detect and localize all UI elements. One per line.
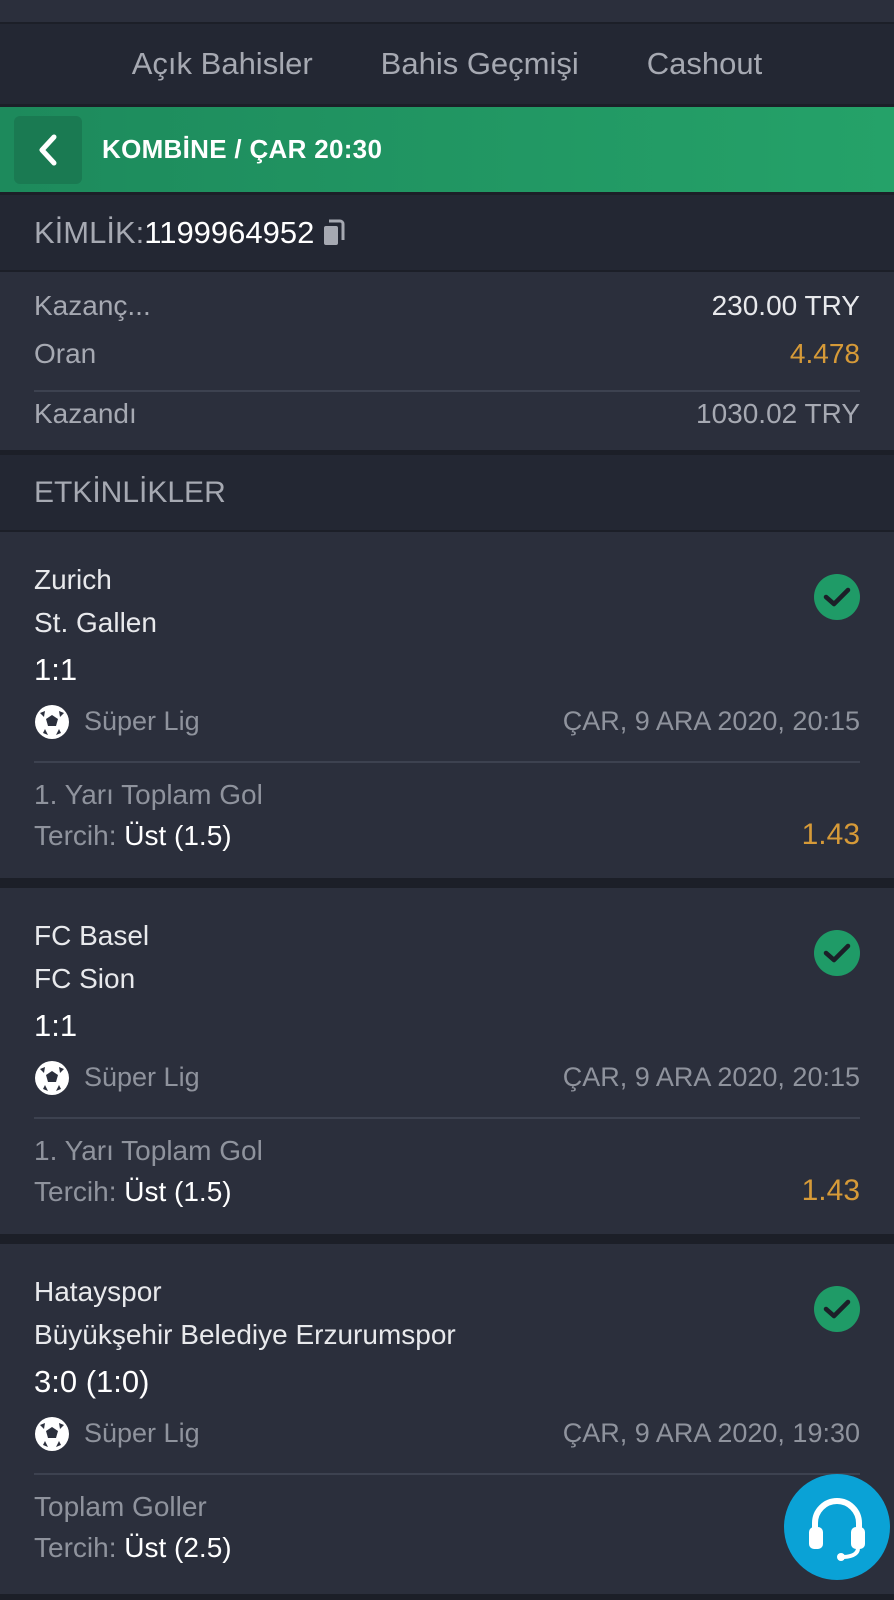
tab-bar: Açık Bahisler Bahis Geçmişi Cashout <box>0 24 894 104</box>
league-name: Süper Lig <box>84 1418 200 1448</box>
selection-odds: 1.43 <box>801 818 860 851</box>
events-section-title: ETKİNLİKLER <box>0 455 894 530</box>
event-divider <box>34 1117 860 1119</box>
league-name: Süper Lig <box>84 706 200 736</box>
won-check-icon <box>814 1286 860 1332</box>
market-name: 1. Yarı Toplam Gol <box>34 1135 263 1166</box>
away-team: St. Gallen <box>34 607 157 638</box>
headset-icon <box>809 1498 865 1561</box>
selection-label: Tercih: <box>34 1176 117 1207</box>
won-check-icon <box>814 930 860 976</box>
football-icon <box>35 705 69 739</box>
odds-row: Oran 4.478 <box>34 338 860 370</box>
event-divider <box>34 761 860 763</box>
football-icon <box>35 1061 69 1095</box>
tab-open-bets[interactable]: Açık Bahisler <box>98 46 347 82</box>
selection-value: Üst (1.5) <box>124 820 232 851</box>
event-divider <box>34 1473 860 1475</box>
won-value: 1030.02 TRY <box>696 398 860 429</box>
summary-divider <box>34 390 860 392</box>
selection-label: Tercih: <box>34 1532 117 1563</box>
match-score: 3:0 (1:0) <box>34 1364 150 1399</box>
selection: Tercih: Üst (2.5) <box>34 1532 232 1564</box>
selection-label: Tercih: <box>34 820 117 851</box>
chevron-left-icon <box>39 134 57 165</box>
selection-odds: 1.43 <box>801 1174 860 1207</box>
event-card: Hatayspor Büyükşehir Belediye Erzurumspo… <box>0 1244 894 1594</box>
event-date: ÇAR, 9 ARA 2020, 20:15 <box>562 706 860 736</box>
stake-value: 230.00 TRY <box>711 290 860 321</box>
event-card: Zurich St. Gallen 1:1 Süper Lig ÇAR, 9 A… <box>0 532 894 878</box>
live-support-button[interactable] <box>784 1474 890 1580</box>
back-button[interactable] <box>14 115 82 184</box>
away-team: Büyükşehir Belediye Erzurumspor <box>34 1319 456 1350</box>
match-score: 1:1 <box>34 652 78 687</box>
top-strip <box>0 0 894 22</box>
ticket-id-label: KİMLİK: <box>34 214 145 250</box>
ticket-id-bar: KİMLİK: 1199964952 <box>0 195 894 270</box>
odds-label: Oran <box>34 338 97 369</box>
tab-bet-history[interactable]: Bahis Geçmişi <box>347 46 613 82</box>
bet-title: KOMBİNE / ÇAR 20:30 <box>102 134 383 164</box>
total-odds-value: 4.478 <box>789 338 860 369</box>
event-date: ÇAR, 9 ARA 2020, 19:30 <box>562 1418 860 1448</box>
home-team: Hatayspor <box>34 1276 162 1307</box>
won-label: Kazandı <box>34 398 137 429</box>
selection-value: Üst (1.5) <box>124 1176 232 1207</box>
away-team: FC Sion <box>34 963 136 994</box>
event-card: FC Basel FC Sion 1:1 Süper Lig ÇAR, 9 AR… <box>0 888 894 1234</box>
copy-icon[interactable] <box>322 219 346 247</box>
match-score: 1:1 <box>34 1008 78 1043</box>
won-row: Kazandı 1030.02 TRY <box>34 398 860 430</box>
football-icon <box>35 1417 69 1451</box>
selection: Tercih: Üst (1.5) <box>34 820 232 852</box>
event-date: ÇAR, 9 ARA 2020, 20:15 <box>562 1062 860 1092</box>
ticket-id-value: 1199964952 <box>144 214 315 250</box>
selection: Tercih: Üst (1.5) <box>34 1176 232 1208</box>
market-name: 1. Yarı Toplam Gol <box>34 779 263 810</box>
selection-value: Üst (2.5) <box>124 1532 232 1563</box>
home-team: FC Basel <box>34 920 150 951</box>
market-name: Toplam Goller <box>34 1491 207 1522</box>
tab-cashout[interactable]: Cashout <box>613 46 796 82</box>
league-name: Süper Lig <box>84 1062 200 1092</box>
won-check-icon <box>814 574 860 620</box>
stake-row: Kazanç... 230.00 TRY <box>34 290 860 322</box>
bet-summary: Kazanç... 230.00 TRY Oran 4.478 Kazandı … <box>0 272 894 450</box>
bet-header: KOMBİNE / ÇAR 20:30 <box>0 107 894 192</box>
home-team: Zurich <box>34 564 112 595</box>
stake-label: Kazanç... <box>34 290 151 321</box>
